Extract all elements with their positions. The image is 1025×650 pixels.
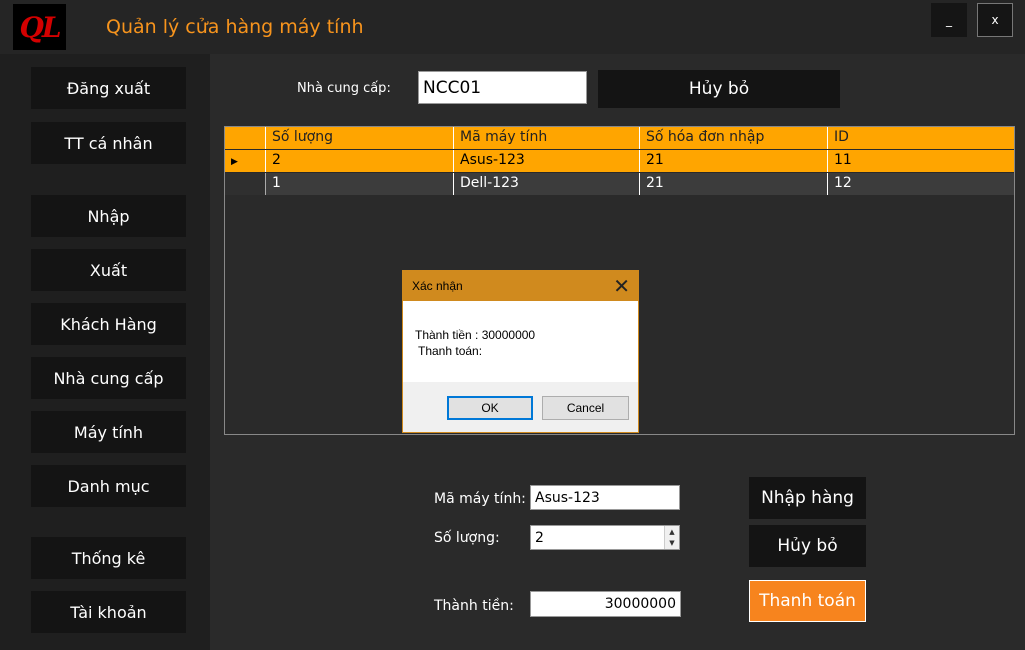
sidebar-item-categories[interactable]: Danh mục	[31, 465, 186, 507]
sidebar-item-export[interactable]: Xuất	[31, 249, 186, 291]
table-cell[interactable]: 12	[828, 173, 1014, 195]
table-cell[interactable]: 2	[266, 150, 454, 172]
dialog-cancel-button[interactable]: Cancel	[542, 396, 629, 420]
title-bar: QL Quản lý cửa hàng máy tính _ x	[0, 0, 1025, 54]
table-cell[interactable]: 11	[828, 150, 1014, 172]
table-cell[interactable]: Asus-123	[454, 150, 640, 172]
table-row[interactable]: 1 Dell-123 21 12	[225, 173, 1014, 195]
logout-button[interactable]: Đăng xuất	[31, 67, 186, 109]
sidebar-item-accounts[interactable]: Tài khoản	[31, 591, 186, 633]
quantity-label: Số lượng:	[434, 530, 500, 546]
table-row[interactable]: ▶ 2 Asus-123 21 11	[225, 150, 1014, 172]
sidebar-item-import[interactable]: Nhập	[31, 195, 186, 237]
table-cell[interactable]: Dell-123	[454, 173, 640, 195]
computer-code-input[interactable]: Asus-123	[530, 485, 680, 510]
column-header-quantity[interactable]: Số lượng	[266, 127, 454, 149]
app-title: Quản lý cửa hàng máy tính	[106, 16, 364, 38]
sidebar: Đăng xuất TT cá nhân Nhập Xuất Khách Hàn…	[0, 54, 210, 650]
total-label: Thành tiền:	[434, 598, 514, 614]
sidebar-item-statistics[interactable]: Thống kê	[31, 537, 186, 579]
column-header-invoice-number[interactable]: Số hóa đơn nhập	[640, 127, 828, 149]
confirm-dialog: Xác nhận ✕ Thành tiền : 30000000 Thanh t…	[402, 270, 639, 433]
supplier-cancel-button[interactable]: Hủy bỏ	[598, 70, 840, 108]
selected-row-marker: ▶	[231, 157, 238, 167]
row-selector-icon[interactable]: ▶	[225, 150, 266, 172]
app-logo: QL	[13, 4, 66, 50]
minimize-button[interactable]: _	[931, 3, 967, 37]
sidebar-item-suppliers[interactable]: Nhà cung cấp	[31, 357, 186, 399]
cancel-button[interactable]: Hủy bỏ	[749, 525, 866, 567]
supplier-label: Nhà cung cấp:	[297, 81, 391, 96]
dialog-ok-button[interactable]: OK	[447, 396, 533, 420]
profile-button[interactable]: TT cá nhân	[31, 122, 186, 164]
quantity-spinner[interactable]: ▲ ▼	[664, 526, 679, 549]
table-cell[interactable]: 21	[640, 150, 828, 172]
table-cell[interactable]: 21	[640, 173, 828, 195]
spin-up-icon[interactable]: ▲	[665, 526, 679, 538]
total-input[interactable]: 30000000	[530, 591, 681, 617]
dialog-close-icon[interactable]: ✕	[613, 274, 630, 299]
column-header-computer-code[interactable]: Mã máy tính	[454, 127, 640, 149]
computer-code-label: Mã máy tính:	[434, 491, 526, 507]
column-header-id[interactable]: ID	[828, 127, 1014, 149]
row-selector[interactable]	[225, 173, 266, 195]
dialog-total-text: Thành tiền : 30000000	[415, 328, 536, 342]
dialog-body: Thành tiền : 30000000 Thanh toán:	[403, 301, 638, 382]
spin-down-icon[interactable]: ▼	[665, 538, 679, 550]
dialog-title: Xác nhận	[412, 279, 463, 293]
dialog-title-bar: Xác nhận ✕	[403, 271, 638, 301]
grid-header: Số lượng Mã máy tính Số hóa đơn nhập ID	[225, 127, 1014, 149]
row-header-corner	[225, 127, 266, 149]
table-cell[interactable]: 1	[266, 173, 454, 195]
sidebar-item-computers[interactable]: Máy tính	[31, 411, 186, 453]
sidebar-item-customers[interactable]: Khách Hàng	[31, 303, 186, 345]
close-button[interactable]: x	[977, 3, 1013, 37]
supplier-input[interactable]: NCC01	[418, 71, 587, 104]
pay-button[interactable]: Thanh toán	[749, 580, 866, 622]
import-goods-button[interactable]: Nhập hàng	[749, 477, 866, 519]
dialog-payment-text: Thanh toán:	[418, 344, 483, 358]
quantity-stepper[interactable]: 2	[530, 525, 680, 550]
